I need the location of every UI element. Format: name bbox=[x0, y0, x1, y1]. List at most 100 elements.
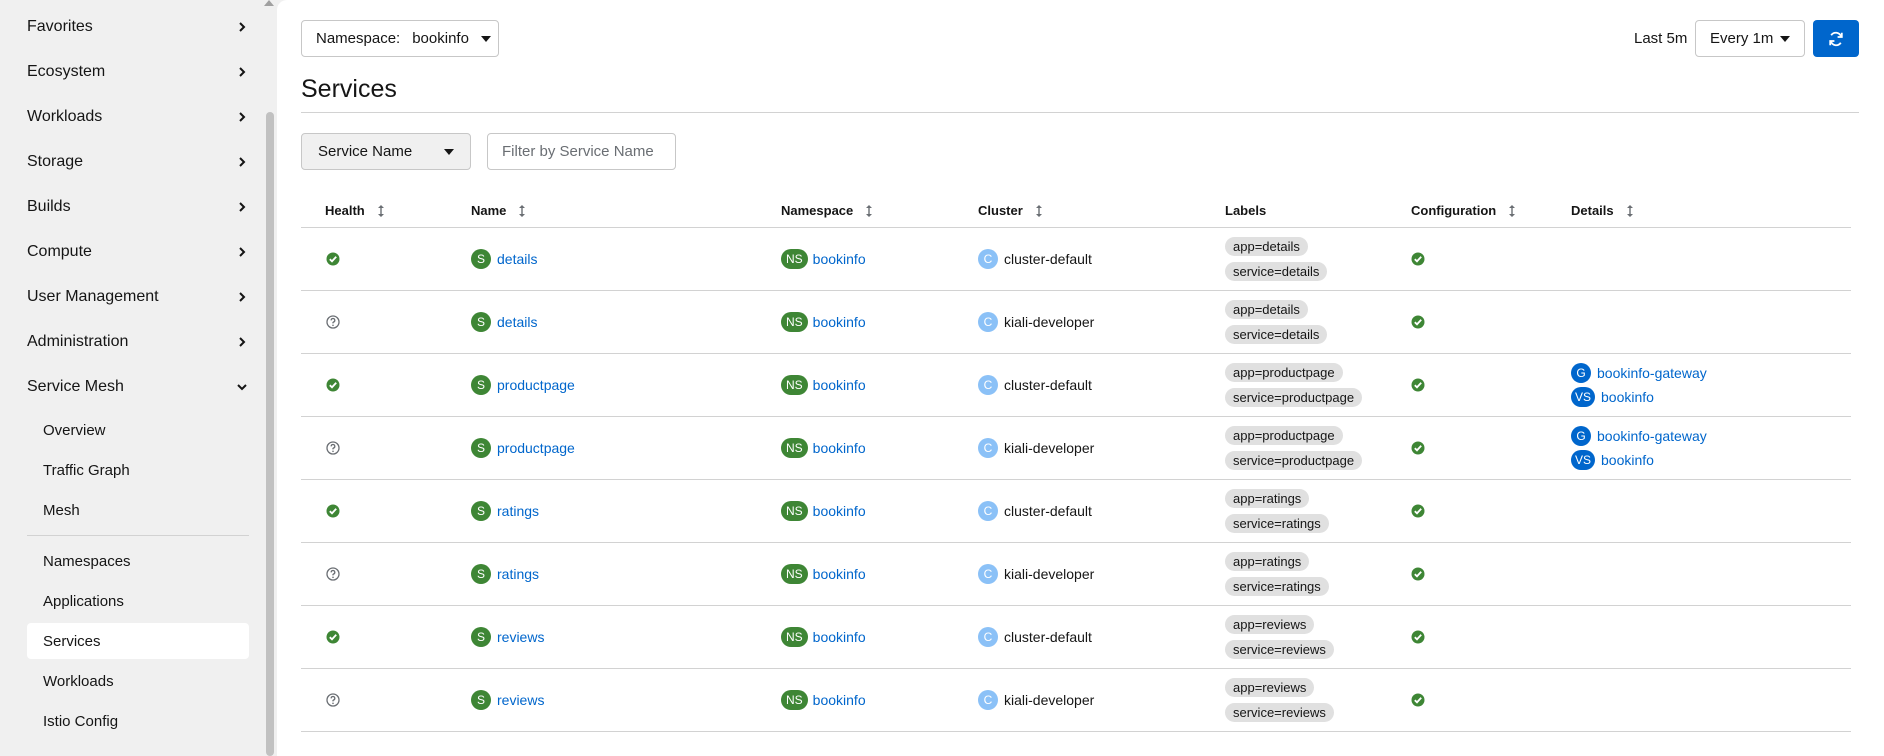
filter-input[interactable] bbox=[487, 133, 676, 170]
sidebar-subitem-mesh[interactable]: Mesh bbox=[27, 492, 249, 528]
namespace-badge: NS bbox=[781, 375, 808, 395]
gateway-detail: Gbookinfo-gateway bbox=[1571, 426, 1707, 446]
refresh-interval-selector[interactable]: Every 1m bbox=[1695, 20, 1805, 57]
namespace-link[interactable]: bookinfo bbox=[813, 440, 866, 456]
virtual-service-detail: VS bookinfo bbox=[1571, 450, 1654, 470]
column-header-labels: Labels bbox=[1225, 203, 1266, 218]
service-name-link[interactable]: reviews bbox=[497, 629, 544, 645]
detail-link[interactable]: bookinfo bbox=[1601, 452, 1654, 468]
service-name-cell: Sdetails bbox=[471, 228, 537, 290]
chevron-right-icon bbox=[235, 155, 249, 169]
sidebar-item-workloads[interactable]: Workloads bbox=[27, 97, 249, 137]
namespace-cell: NS bookinfo bbox=[781, 543, 866, 605]
sidebar-scroll-thumb[interactable] bbox=[266, 112, 274, 756]
sidebar-item-storage[interactable]: Storage bbox=[27, 142, 249, 182]
details-cell: Gbookinfo-gateway VS bookinfo bbox=[1571, 354, 1707, 416]
sidebar-subitem-istio-config[interactable]: Istio Config bbox=[27, 703, 249, 739]
sidebar-subitem-namespaces[interactable]: Namespaces bbox=[27, 543, 249, 579]
column-header-details[interactable]: Details bbox=[1571, 203, 1634, 218]
label-chip: app=details bbox=[1225, 237, 1308, 256]
namespace-link[interactable]: bookinfo bbox=[813, 314, 866, 330]
sidebar-item-compute[interactable]: Compute bbox=[27, 232, 249, 272]
chevron-right-icon bbox=[235, 245, 249, 259]
sidebar-subitem-overview[interactable]: Overview bbox=[27, 412, 249, 448]
namespace-selector[interactable]: Namespace: bookinfo bbox=[301, 20, 499, 57]
namespace-badge: NS bbox=[781, 312, 808, 332]
service-name-link[interactable]: details bbox=[497, 314, 537, 330]
sidebar-item-service-mesh[interactable]: Service Mesh bbox=[27, 367, 249, 407]
sort-icon[interactable] bbox=[377, 204, 385, 217]
sidebar-item-label: Ecosystem bbox=[27, 63, 106, 80]
sidebar-item-ecosystem[interactable]: Ecosystem bbox=[27, 52, 249, 92]
cluster-badge: C bbox=[978, 312, 998, 332]
time-range-label: Last 5m bbox=[1634, 30, 1688, 47]
service-name-link[interactable]: ratings bbox=[497, 566, 539, 582]
column-header-cluster[interactable]: Cluster bbox=[978, 203, 1043, 218]
detail-link[interactable]: bookinfo-gateway bbox=[1597, 365, 1707, 381]
service-name-link[interactable]: productpage bbox=[497, 440, 575, 456]
cluster-name: kiali-developer bbox=[1004, 314, 1095, 330]
label-chip: service=reviews bbox=[1225, 703, 1334, 722]
refresh-button[interactable] bbox=[1813, 20, 1859, 57]
service-name-link[interactable]: details bbox=[497, 251, 537, 267]
column-header-configuration[interactable]: Configuration bbox=[1411, 203, 1516, 218]
label-chip: app=productpage bbox=[1225, 426, 1343, 445]
sidebar-item-builds[interactable]: Builds bbox=[27, 187, 249, 227]
sidebar-item-label: Storage bbox=[27, 153, 84, 170]
column-header-label: Labels bbox=[1225, 203, 1267, 218]
sidebar-subitem-applications[interactable]: Applications bbox=[27, 583, 249, 619]
column-header-health[interactable]: Health bbox=[325, 203, 385, 218]
table-row: Sproductpage NS bookinfo Ccluster-default ap… bbox=[301, 354, 1851, 417]
cluster-name: kiali-developer bbox=[1004, 692, 1095, 708]
scroll-up-icon[interactable] bbox=[264, 0, 274, 6]
chevron-right-icon bbox=[235, 65, 249, 79]
namespace-link[interactable]: bookinfo bbox=[813, 692, 866, 708]
cluster-name: kiali-developer bbox=[1004, 566, 1095, 582]
sidebar-item-user-management[interactable]: User Management bbox=[27, 277, 249, 317]
detail-link[interactable]: bookinfo-gateway bbox=[1597, 428, 1707, 444]
sort-icon[interactable] bbox=[1035, 204, 1043, 217]
sidebar-subitem-services[interactable]: Services bbox=[27, 623, 249, 659]
service-name-link[interactable]: reviews bbox=[497, 692, 544, 708]
namespace-link[interactable]: bookinfo bbox=[813, 629, 866, 645]
virtual-service-badge: VS bbox=[1571, 450, 1596, 470]
service-name-link[interactable]: ratings bbox=[497, 503, 539, 519]
sidebar-subitem-traffic-graph[interactable]: Traffic Graph bbox=[27, 452, 249, 488]
cluster-cell: Ckiali-developer bbox=[978, 291, 1094, 353]
column-header-namespace[interactable]: Namespace bbox=[781, 203, 873, 218]
config-valid-icon bbox=[1411, 543, 1425, 605]
service-badge: S bbox=[471, 690, 491, 710]
service-name-link[interactable]: productpage bbox=[497, 377, 575, 393]
sort-icon[interactable] bbox=[1626, 204, 1634, 217]
detail-link[interactable]: bookinfo bbox=[1601, 389, 1654, 405]
sidebar-item-label: Builds bbox=[27, 198, 71, 215]
sidebar-subitem-workloads[interactable]: Workloads bbox=[27, 663, 249, 699]
namespace-link[interactable]: bookinfo bbox=[813, 251, 866, 267]
filter-type-selector[interactable]: Service Name bbox=[301, 133, 471, 170]
namespace-link[interactable]: bookinfo bbox=[813, 566, 866, 582]
namespace-badge: NS bbox=[781, 438, 808, 458]
details-cell: Gbookinfo-gateway VS bookinfo bbox=[1571, 417, 1707, 479]
column-header-label: Configuration bbox=[1411, 203, 1497, 218]
health-unknown-icon bbox=[326, 669, 340, 731]
sort-icon[interactable] bbox=[1508, 204, 1516, 217]
labels-cell: app=ratings service=ratings bbox=[1225, 480, 1329, 542]
namespace-link[interactable]: bookinfo bbox=[813, 503, 866, 519]
sort-icon[interactable] bbox=[865, 204, 873, 217]
namespace-link[interactable]: bookinfo bbox=[813, 377, 866, 393]
sidebar-item-favorites[interactable]: Favorites bbox=[27, 7, 249, 47]
sidebar-item-administration[interactable]: Administration bbox=[27, 322, 249, 362]
namespace-badge: NS bbox=[781, 501, 808, 521]
sort-icon[interactable] bbox=[518, 204, 526, 217]
label-chip: service=ratings bbox=[1225, 514, 1329, 533]
service-badge: S bbox=[471, 249, 491, 269]
service-badge: S bbox=[471, 501, 491, 521]
page-title: Services bbox=[301, 75, 397, 103]
namespace-cell: NS bookinfo bbox=[781, 669, 866, 731]
service-name-cell: Sratings bbox=[471, 480, 539, 542]
service-name-cell: Sreviews bbox=[471, 606, 544, 668]
namespace-value: bookinfo bbox=[412, 30, 469, 47]
column-header-label: Health bbox=[325, 203, 365, 218]
namespace-cell: NS bookinfo bbox=[781, 417, 866, 479]
column-header-name[interactable]: Name bbox=[471, 203, 526, 218]
